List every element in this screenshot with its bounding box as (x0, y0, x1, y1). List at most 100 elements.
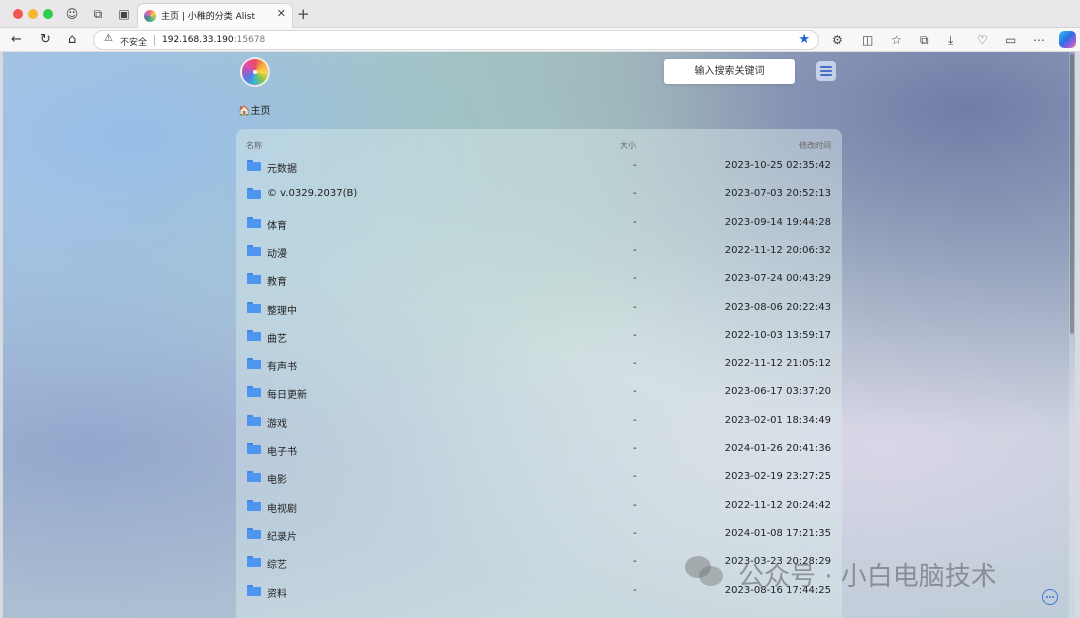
folder-icon (247, 329, 261, 341)
file-modified: 2023-06-17 03:37:20 (724, 386, 831, 398)
table-row[interactable]: 纪录片 - 2024-01-08 17:21:35 (236, 520, 842, 548)
table-row[interactable]: 电视剧 - 2022-11-12 20:24:42 (236, 492, 842, 520)
more-menu-icon[interactable]: ⋯ (1033, 32, 1045, 48)
vertical-tabs-icon[interactable]: ▣ (116, 6, 132, 22)
folder-icon (247, 471, 261, 483)
list-view-toggle-icon[interactable] (816, 61, 836, 81)
screenshot-icon[interactable]: ▭ (1005, 32, 1016, 48)
home-icon[interactable]: ⌂ (68, 32, 76, 48)
tab-title: 主页 | 小稚的分类 Alist (161, 12, 255, 22)
file-modified: 2023-02-19 23:27:25 (724, 471, 831, 483)
file-name[interactable]: 电影 (267, 471, 287, 486)
file-size: - (633, 273, 637, 285)
folder-icon (247, 386, 261, 398)
table-row[interactable]: 元数据 - 2023-10-25 02:35:42 (236, 152, 842, 180)
table-row[interactable]: 曲艺 - 2022-10-03 13:59:17 (236, 322, 842, 350)
split-screen-icon[interactable]: ◫ (862, 32, 873, 48)
new-tab-icon[interactable]: + (297, 5, 310, 23)
file-size: - (633, 216, 637, 228)
back-icon[interactable]: ← (11, 32, 22, 48)
file-size: - (633, 584, 637, 596)
folder-icon (247, 584, 261, 596)
file-name[interactable]: © v.0329.2037(B) (267, 188, 357, 199)
column-header-name[interactable]: 名称 (246, 140, 262, 151)
workspaces-icon[interactable]: ⧉ (90, 6, 106, 22)
page-scrollbar[interactable] (1069, 52, 1075, 618)
folder-icon (247, 556, 261, 568)
downloads-icon[interactable]: ⤓ (948, 32, 953, 48)
column-header-size[interactable]: 大小 (620, 140, 636, 151)
file-name[interactable]: 动漫 (267, 245, 287, 260)
minimize-window-button[interactable] (28, 9, 38, 19)
folder-icon (247, 273, 261, 285)
tab-alist[interactable]: 主页 | 小稚的分类 Alist ✕ (137, 3, 293, 28)
alist-logo[interactable] (240, 57, 270, 87)
file-modified: 2023-07-03 20:52:13 (724, 188, 831, 200)
collections-icon[interactable]: ⧉ (920, 32, 929, 48)
search-input[interactable]: 输入搜索关键词 (664, 59, 795, 84)
table-row[interactable]: 有声书 - 2022-11-12 21:05:12 (236, 350, 842, 378)
close-window-button[interactable] (13, 9, 23, 19)
file-name[interactable]: 资料 (267, 585, 287, 600)
file-name[interactable]: 纪录片 (267, 528, 297, 543)
address-toolbar: ← ↻ ⌂ ⚠ 不安全 192.168.33.190:15678 ★ ⚙ ◫ ☆… (0, 28, 1080, 52)
table-row[interactable]: 每日更新 - 2023-06-17 03:37:20 (236, 378, 842, 406)
file-modified: 2023-07-24 00:43:29 (724, 273, 831, 285)
file-name[interactable]: 教育 (267, 273, 287, 288)
table-row[interactable]: 电影 - 2023-02-19 23:27:25 (236, 463, 842, 491)
tab-close-icon[interactable]: ✕ (277, 7, 286, 20)
browser-essentials-icon[interactable]: ♡ (977, 32, 988, 48)
table-row[interactable]: © v.0329.2037(B) - 2023-07-03 20:52:13 (236, 180, 842, 208)
file-name[interactable]: 电子书 (267, 443, 297, 458)
page-viewport: 输入搜索关键词 🏠主页 名称 大小 修改时间 元数据 - 2023-10-25 02… (3, 52, 1075, 618)
column-header-modified[interactable]: 修改时间 (799, 140, 831, 151)
file-modified: 2022-11-12 20:06:32 (724, 244, 831, 256)
url-input[interactable]: ⚠ 不安全 192.168.33.190:15678 ★ (93, 30, 819, 50)
folder-icon (247, 358, 261, 370)
copilot-icon[interactable] (1059, 31, 1076, 48)
folder-icon (247, 414, 261, 426)
file-name[interactable]: 游戏 (267, 415, 287, 430)
file-size: - (633, 329, 637, 341)
file-size: - (633, 188, 637, 200)
table-row[interactable]: 游戏 - 2023-02-01 18:34:49 (236, 407, 842, 435)
file-modified: 2023-02-01 18:34:49 (724, 414, 831, 426)
file-modified: 2023-10-25 02:35:42 (724, 160, 831, 171)
chat-icon[interactable] (1042, 589, 1058, 605)
file-name[interactable]: 综艺 (267, 556, 287, 571)
folder-icon (247, 443, 261, 454)
scrollbar-thumb[interactable] (1070, 54, 1074, 334)
file-name[interactable]: 电视剧 (267, 500, 297, 515)
table-row[interactable]: 电子书 - 2024-01-26 20:41:36 (236, 435, 842, 463)
favorites-icon[interactable]: ☆ (891, 32, 902, 48)
watermark-text: 公众号 · 小白电脑技术 (738, 562, 997, 592)
url-text[interactable]: 192.168.33.190:15678 (162, 35, 265, 45)
file-name[interactable]: 每日更新 (267, 386, 307, 401)
warning-icon[interactable]: ⚠ (104, 33, 113, 44)
folder-icon (247, 527, 261, 539)
file-name[interactable]: 曲艺 (267, 330, 287, 345)
zoom-window-button[interactable] (43, 9, 53, 19)
file-name[interactable]: 整理中 (267, 302, 297, 317)
file-name[interactable]: 体育 (267, 217, 287, 232)
table-row[interactable]: 整理中 - 2023-08-06 20:22:43 (236, 294, 842, 322)
file-name[interactable]: 有声书 (267, 358, 297, 373)
profile-icon[interactable]: ☺ (64, 6, 80, 22)
file-name[interactable]: 元数据 (267, 160, 297, 175)
folder-icon (247, 499, 261, 511)
table-row[interactable]: 动漫 - 2022-11-12 20:06:32 (236, 237, 842, 265)
extensions-icon[interactable]: ⚙ (832, 32, 843, 48)
breadcrumb[interactable]: 🏠主页 (238, 102, 270, 117)
file-size: - (633, 358, 637, 370)
folder-icon (247, 301, 261, 313)
file-size: - (633, 527, 637, 539)
file-modified: 2022-10-03 13:59:17 (724, 329, 831, 341)
security-label[interactable]: 不安全 (120, 35, 147, 48)
table-row[interactable]: 教育 - 2023-07-24 00:43:29 (236, 265, 842, 293)
file-size: - (633, 471, 637, 483)
table-row[interactable]: 体育 - 2023-09-14 19:44:28 (236, 209, 842, 237)
favorite-star-icon[interactable]: ★ (798, 32, 810, 47)
tab-bar: ☺ ⧉ ▣ 主页 | 小稚的分类 Alist ✕ + (0, 0, 1080, 28)
url-port: :15678 (233, 35, 266, 45)
refresh-icon[interactable]: ↻ (40, 32, 51, 48)
